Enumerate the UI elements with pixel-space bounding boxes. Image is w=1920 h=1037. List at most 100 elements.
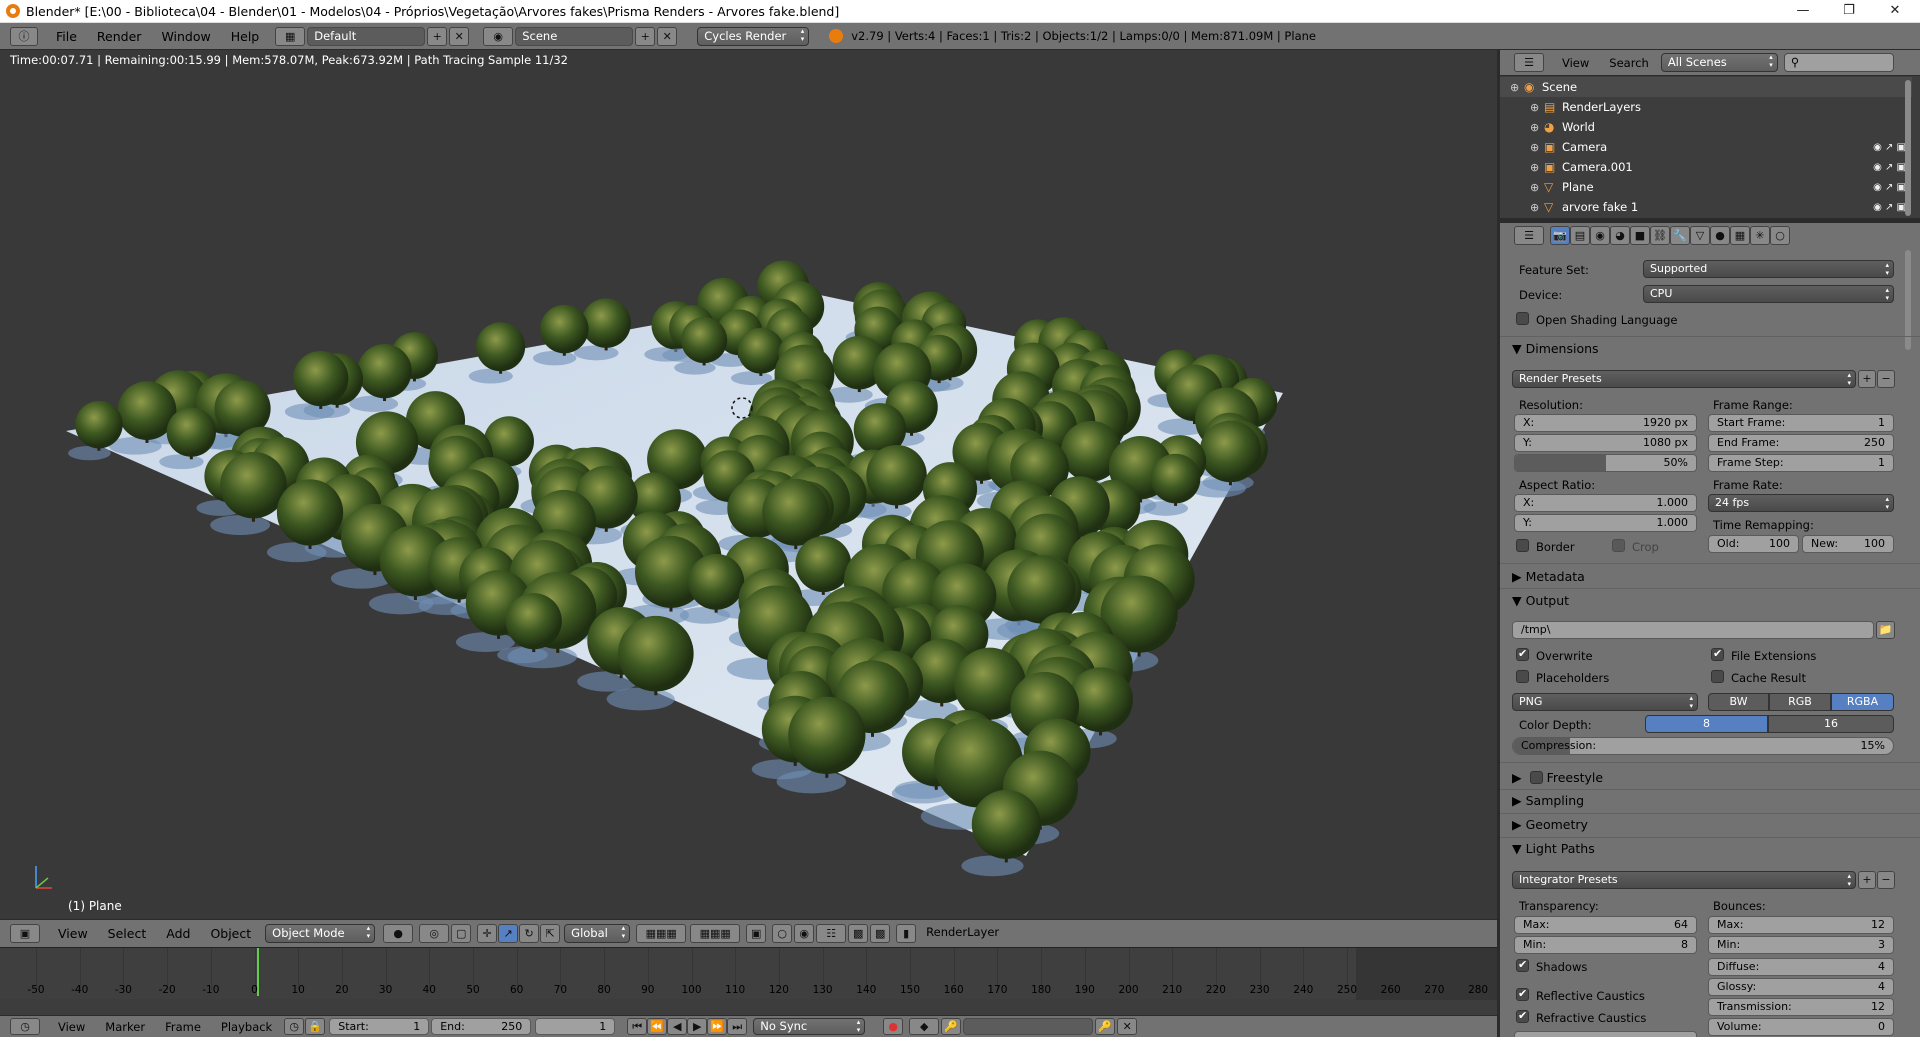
snap-element-icon[interactable]: ☷ [816, 924, 847, 943]
freestyle-panel-header[interactable]: ▶ Freestyle [1512, 769, 1603, 785]
editor-type-outliner-icon[interactable]: ☰ [1514, 53, 1544, 72]
dimensions-panel-header[interactable]: ▼ Dimensions [1512, 341, 1599, 356]
cache-result-checkbox[interactable] [1711, 670, 1724, 683]
device-dropdown[interactable]: CPU [1643, 285, 1894, 303]
outliner-item[interactable]: ⊕ ▣ Camera ◉ ↗ ▣ [1500, 137, 1912, 157]
visibility-toggles-icon[interactable]: ◉ ↗ ▣ [1873, 162, 1906, 173]
3d-viewport[interactable]: Time:00:07.71 | Remaining:00:15.99 | Mem… [0, 50, 1497, 919]
overwrite-checkbox[interactable] [1516, 647, 1529, 661]
integrator-presets-dropdown[interactable]: Integrator Presets [1512, 871, 1856, 889]
jump-start-icon[interactable]: ⏮ [627, 1018, 648, 1035]
expand-icon[interactable]: ⊕ [1530, 161, 1544, 174]
insert-keyframe-icon[interactable]: 🔑 [941, 1018, 962, 1035]
menu-outliner-view[interactable]: View [1552, 56, 1599, 70]
transmission-bounces-field[interactable]: Transmission: 12 [1708, 998, 1894, 1016]
outliner-item[interactable]: ⊕ ▽ arvore fake 1 ◉ ↗ ▣ [1500, 197, 1912, 217]
menu-window[interactable]: Window [151, 29, 220, 44]
scale-manipulator-icon[interactable]: ⇱ [540, 924, 561, 943]
depth-8-button[interactable]: 8 [1645, 715, 1768, 733]
filter-glossy-field[interactable] [1514, 1031, 1697, 1037]
mode-dropdown[interactable]: Object Mode [265, 924, 376, 943]
outliner-item[interactable]: ⊕ ▤ RenderLayers [1500, 97, 1912, 117]
depth-16-button[interactable]: 16 [1768, 715, 1894, 733]
keying-set-icon[interactable]: ◆ [909, 1018, 940, 1035]
add-layout-icon[interactable]: + [427, 26, 448, 46]
snap-toggle-icon[interactable]: ◉ [794, 924, 815, 943]
menu-add[interactable]: Add [156, 926, 200, 941]
add-preset-icon[interactable]: + [1858, 370, 1876, 388]
scene-icon[interactable]: ◉ [483, 26, 514, 46]
outliner-scrollbar[interactable] [1905, 80, 1911, 216]
menu-render[interactable]: Render [87, 29, 152, 44]
render-layer-toggle-icon[interactable]: ▮ [896, 924, 917, 943]
time-remap-old-field[interactable]: Old: 100 [1708, 535, 1799, 553]
proportional-edit-icon[interactable]: ○ [772, 924, 793, 943]
pivot-point-icon[interactable]: ◎ [419, 924, 450, 943]
record-icon[interactable]: ● [883, 1018, 904, 1035]
scene-field[interactable]: Scene [515, 26, 634, 46]
metadata-panel-header[interactable]: ▶ Metadata [1512, 569, 1585, 584]
manipulator-icon[interactable]: ✛ [477, 924, 498, 943]
aspect-y-field[interactable]: Y: 1.000 [1514, 514, 1697, 532]
menu-view[interactable]: View [48, 926, 98, 941]
color-rgba-button[interactable]: RGBA [1831, 693, 1894, 711]
minimize-button[interactable]: — [1780, 0, 1826, 23]
remove-integrator-preset-icon[interactable]: − [1877, 871, 1895, 889]
expand-icon[interactable]: ⊕ [1510, 81, 1524, 94]
viewport-shading-icon[interactable]: ● [383, 924, 414, 943]
glossy-bounces-field[interactable]: Glossy: 4 [1708, 978, 1894, 996]
menu-timeline-view[interactable]: View [48, 1020, 95, 1034]
visibility-toggles-icon[interactable]: ◉ ↗ ▣ [1873, 182, 1906, 193]
delete-layout-icon[interactable]: ✕ [449, 26, 470, 46]
outliner-item[interactable]: ⊕ ◕ World [1500, 117, 1912, 137]
insert-key-icon[interactable]: 🔑 [1095, 1018, 1116, 1035]
compression-slider[interactable]: Compression: 15% [1512, 737, 1894, 755]
color-rgb-button[interactable]: RGB [1769, 693, 1831, 711]
layers-grid-2-icon[interactable]: ▦▦▦ [690, 924, 741, 943]
opengl-anim-icon[interactable]: ▩ [870, 924, 891, 943]
transparency-min-field[interactable]: Min: 8 [1514, 936, 1697, 954]
timeline-end-field[interactable]: End: 250 [431, 1018, 532, 1035]
world-tab-icon[interactable]: ◕ [1610, 226, 1630, 245]
visibility-toggles-icon[interactable]: ◉ ↗ ▣ [1873, 202, 1906, 213]
opengl-render-icon[interactable]: ▩ [848, 924, 869, 943]
menu-marker[interactable]: Marker [95, 1020, 155, 1034]
resolution-y-field[interactable]: Y: 1080 px [1514, 434, 1697, 452]
outliner-item[interactable]: ⊕ ◉ Scene [1500, 77, 1912, 97]
bounces-min-field[interactable]: Min: 3 [1708, 936, 1894, 954]
transform-orientation-dropdown[interactable]: Global [564, 924, 631, 943]
play-reverse-icon[interactable]: ◀ [667, 1018, 688, 1035]
lock-icon[interactable]: 🔒 [305, 1018, 326, 1035]
output-panel-header[interactable]: ▼ Output [1512, 593, 1569, 608]
rotate-manipulator-icon[interactable]: ↻ [519, 924, 540, 943]
file-format-dropdown[interactable]: PNG [1512, 693, 1698, 711]
sampling-panel-header[interactable]: ▶ Sampling [1512, 793, 1584, 808]
color-bw-button[interactable]: BW [1708, 693, 1769, 711]
render-layers-tab-icon[interactable]: ▤ [1570, 226, 1590, 245]
object-tab-icon[interactable]: ■ [1630, 226, 1650, 245]
remove-preset-icon[interactable]: − [1877, 370, 1895, 388]
menu-help[interactable]: Help [221, 29, 270, 44]
outliner-item[interactable]: ⊕ ▽ Plane ◉ ↗ ▣ [1500, 177, 1912, 197]
output-path-input[interactable]: /tmp\ [1512, 621, 1874, 639]
modifiers-tab-icon[interactable]: 🔧 [1670, 226, 1690, 245]
lock-layers-icon[interactable]: ▣ [746, 924, 767, 943]
render-tab-icon[interactable]: 📷 [1550, 226, 1570, 245]
freestyle-checkbox[interactable] [1529, 771, 1543, 784]
screen-layout-icon[interactable]: ▦ [275, 26, 306, 46]
diffuse-bounces-field[interactable]: Diffuse: 4 [1708, 958, 1894, 976]
bounces-max-field[interactable]: Max: 12 [1708, 916, 1894, 934]
scene-tab-icon[interactable]: ◉ [1590, 226, 1610, 245]
screen-layout-field[interactable]: Default [307, 26, 426, 46]
border-checkbox[interactable] [1516, 539, 1529, 552]
file-extensions-checkbox[interactable] [1711, 647, 1724, 661]
constraints-tab-icon[interactable]: ⛓ [1650, 226, 1670, 245]
editor-type-3d-icon[interactable]: ▣ [10, 924, 40, 943]
geometry-panel-header[interactable]: ▶ Geometry [1512, 817, 1588, 832]
jump-keyframe-back-icon[interactable]: ⏪ [647, 1018, 668, 1035]
render-engine-dropdown[interactable]: Cycles Render [697, 26, 810, 46]
frame-step-field[interactable]: Frame Step: 1 [1708, 454, 1894, 472]
add-scene-icon[interactable]: + [635, 26, 656, 46]
menu-file[interactable]: File [46, 29, 87, 44]
layers-grid-icon[interactable]: ▦▦▦ [636, 924, 687, 943]
